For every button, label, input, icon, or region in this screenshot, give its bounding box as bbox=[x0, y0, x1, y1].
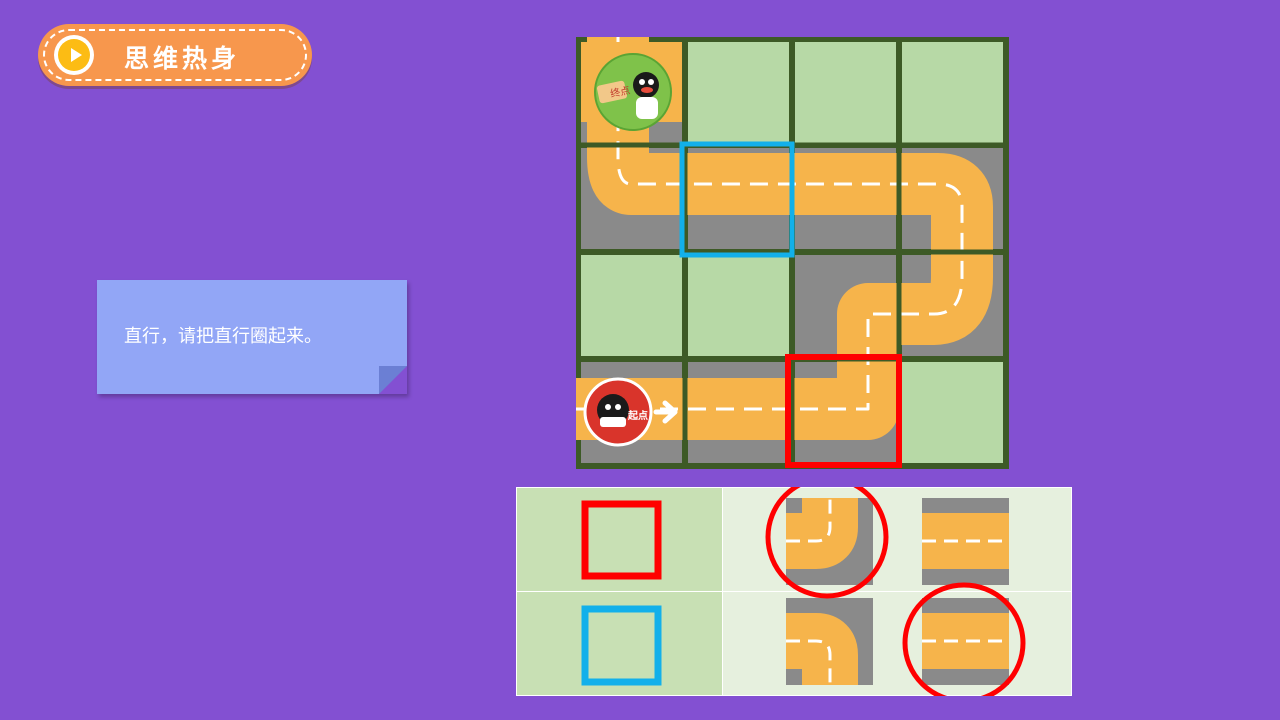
option-curve-tile-2[interactable] bbox=[786, 598, 873, 685]
page-title: 思维热身 bbox=[124, 44, 241, 73]
option-straight-tile-1[interactable] bbox=[922, 498, 1009, 585]
option-curve-tile-1[interactable] bbox=[786, 498, 873, 585]
play-icon[interactable] bbox=[54, 35, 94, 75]
start-badge: 起点 bbox=[583, 377, 653, 447]
page-curl-icon bbox=[379, 366, 407, 394]
title-pill: 思维热身 bbox=[38, 24, 312, 86]
option-straight-tile-2[interactable] bbox=[922, 598, 1009, 685]
instruction-text: 直行，请把直行圈起来。 bbox=[124, 326, 322, 347]
end-badge: 终点 bbox=[594, 53, 672, 131]
puzzle-board: 终点 起点 bbox=[576, 37, 1009, 469]
options-table bbox=[516, 487, 1072, 696]
instruction-card: 直行，请把直行圈起来。 bbox=[97, 280, 407, 394]
start-label: 起点 bbox=[627, 409, 648, 422]
